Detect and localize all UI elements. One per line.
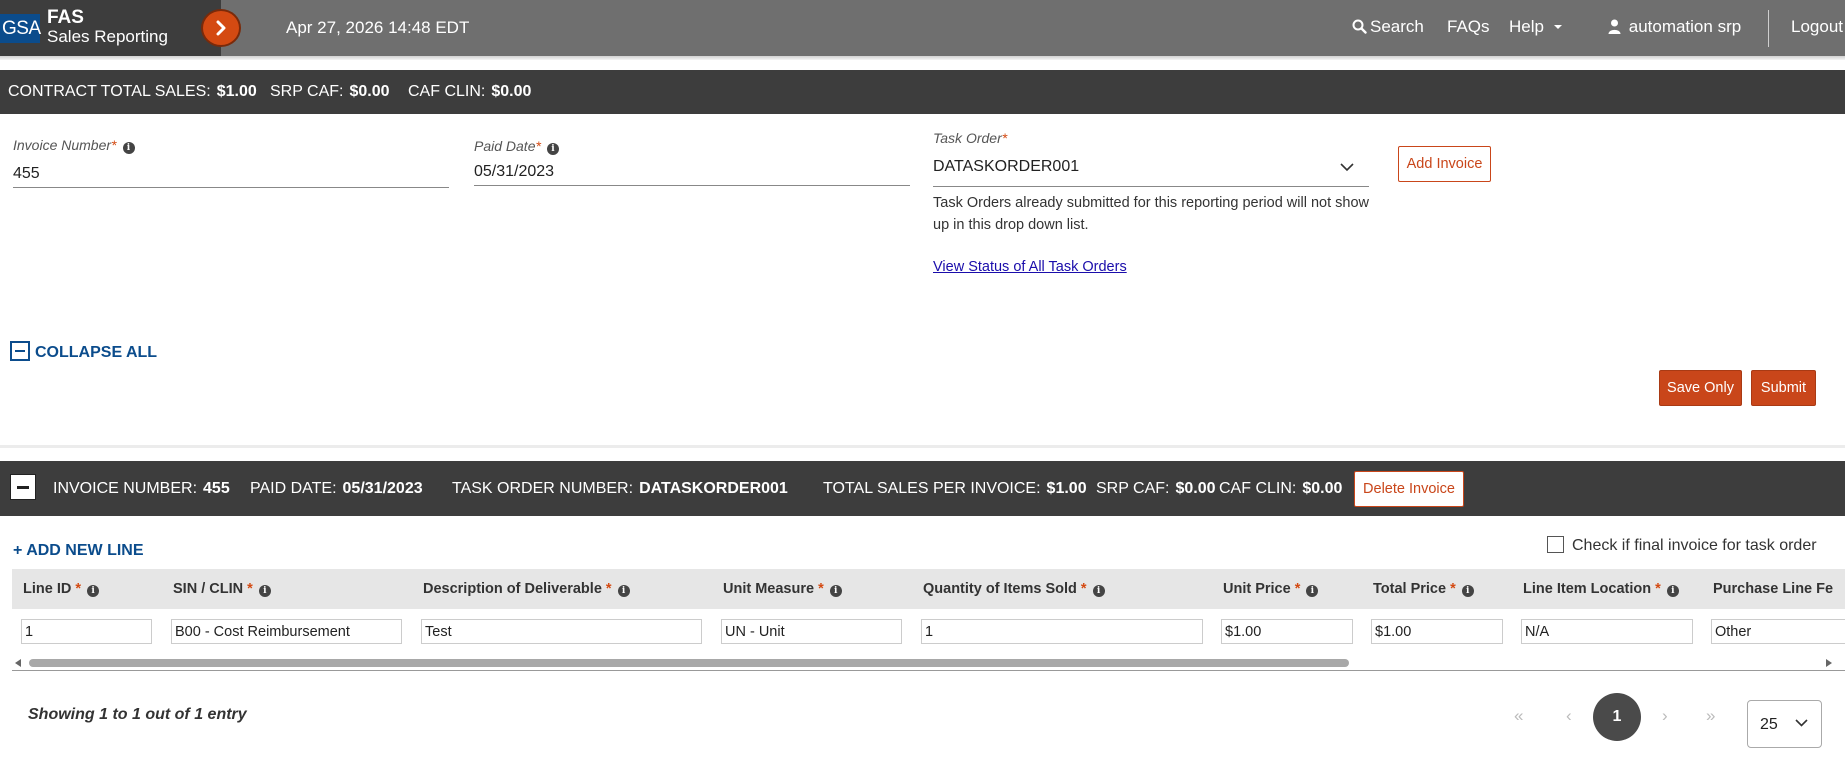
paid-date-input[interactable]	[474, 158, 910, 186]
column-header-unit-measure[interactable]: Unit Measure * i	[723, 581, 842, 597]
cell-purchase-line-fee[interactable]: Other	[1711, 619, 1845, 644]
column-header-total-price[interactable]: Total Price * i	[1373, 581, 1474, 597]
help-label: Help	[1509, 17, 1544, 36]
page-size-value: 25	[1760, 716, 1778, 733]
invoice-header-bar: INVOICE NUMBER: 455 PAID DATE: 05/31/2023 …	[0, 461, 1845, 516]
checkbox-icon	[1547, 536, 1564, 553]
app-title: FAS	[47, 7, 84, 28]
add-new-line-button[interactable]: + ADD NEW LINE	[13, 542, 144, 560]
info-icon[interactable]: i	[1461, 585, 1474, 597]
info-icon[interactable]: i	[122, 142, 135, 154]
prev-page-button[interactable]: ‹	[1566, 706, 1572, 726]
nav-divider	[1768, 10, 1769, 47]
collapse-all-label: COLLAPSE ALL	[35, 344, 158, 361]
cell-total-price[interactable]: $1.00	[1371, 619, 1503, 644]
brand[interactable]: GSA FAS Sales Reporting	[0, 0, 221, 56]
navbar-shadow	[0, 56, 1845, 60]
cell-sin-clin[interactable]: B00 - Cost Reimbursement	[171, 619, 402, 644]
task-order-help-text: Task Orders already submitted for this r…	[933, 195, 1369, 233]
section-divider	[0, 445, 1845, 448]
caf-clin-total: CAF CLIN: $0.00	[408, 83, 532, 100]
user-name: automation srp	[1628, 17, 1742, 36]
collapse-icon	[10, 341, 30, 361]
cell-quantity[interactable]: 1	[921, 619, 1203, 644]
final-invoice-label: Check if final invoice for task order	[1572, 537, 1817, 554]
column-header-line-id[interactable]: Line ID * i	[23, 581, 100, 597]
cell-line-id[interactable]: 1	[21, 619, 152, 644]
next-page-button[interactable]: ›	[1662, 706, 1668, 726]
entries-info: Showing 1 to 1 out of 1 entry	[28, 706, 247, 723]
column-header-sin-clin[interactable]: SIN / CLIN * i	[173, 581, 271, 597]
column-header-purchase-line-fee[interactable]: Purchase Line Fe	[1713, 581, 1833, 597]
invoice-number-summary: INVOICE NUMBER: 455	[53, 480, 230, 497]
info-icon[interactable]: i	[258, 585, 271, 597]
help-menu[interactable]: Help	[1509, 17, 1566, 37]
chevron-down-icon	[1795, 719, 1808, 727]
contract-totals-bar: CONTRACT TOTAL SALES: $1.00 SRP CAF: $0.00…	[0, 70, 1845, 114]
invoice-number-input[interactable]	[13, 160, 449, 188]
user-icon	[1608, 19, 1621, 34]
task-order-summary: TASK ORDER NUMBER: DATASKORDER001	[452, 480, 788, 497]
info-icon[interactable]: i	[1306, 585, 1319, 597]
current-datetime: Apr 27, 2026 14:48 EDT	[286, 18, 470, 37]
page-1-button[interactable]: 1	[1593, 693, 1641, 741]
scroll-right-arrow-icon[interactable]	[1826, 659, 1832, 667]
add-invoice-button[interactable]: Add Invoice	[1398, 146, 1491, 182]
app-subtitle: Sales Reporting	[47, 27, 168, 46]
top-navbar: GSA FAS Sales Reporting Apr 27, 2026 14:…	[0, 0, 1845, 56]
search-icon	[1352, 19, 1367, 34]
submit-button[interactable]: Submit	[1751, 370, 1816, 406]
srp-caf-total: SRP CAF: $0.00	[270, 83, 390, 100]
horizontal-scrollbar[interactable]	[12, 657, 1832, 669]
cell-line-item-location[interactable]: N/A	[1521, 619, 1693, 644]
faqs-link[interactable]: FAQs	[1447, 17, 1490, 37]
caf-clin-summary: CAF CLIN: $0.00	[1219, 480, 1343, 497]
cell-unit-price[interactable]: $1.00	[1221, 619, 1353, 644]
last-page-button[interactable]: »	[1706, 706, 1715, 726]
contract-total-sales: CONTRACT TOTAL SALES: $1.00	[8, 83, 257, 100]
delete-invoice-button[interactable]: Delete Invoice	[1354, 471, 1464, 507]
paid-date-summary: PAID DATE: 05/31/2023	[250, 480, 423, 497]
save-only-button[interactable]: Save Only	[1659, 370, 1742, 406]
column-header-quantity[interactable]: Quantity of Items Sold * i	[923, 581, 1105, 597]
page-size-select[interactable]: 25	[1747, 700, 1822, 748]
total-sales-summary: TOTAL SALES PER INVOICE: $1.00	[823, 480, 1087, 497]
scrollbar-thumb[interactable]	[29, 659, 1349, 667]
invoice-collapse-button[interactable]	[10, 474, 36, 500]
chevron-right-icon	[216, 20, 226, 36]
cell-description[interactable]: Test	[421, 619, 702, 644]
info-icon[interactable]: i	[546, 143, 559, 155]
invoice-number-label: Invoice Number* i	[13, 137, 135, 154]
info-icon[interactable]: i	[1666, 585, 1679, 597]
paid-date-label: Paid Date* i	[474, 138, 559, 155]
srp-caf-summary: SRP CAF: $0.00	[1096, 480, 1216, 497]
collapse-all-button[interactable]: COLLAPSE ALL	[10, 341, 157, 362]
user-menu[interactable]: automation srp	[1608, 17, 1741, 37]
info-icon[interactable]: i	[829, 585, 842, 597]
column-header-unit-price[interactable]: Unit Price * i	[1223, 581, 1319, 597]
column-header-description[interactable]: Description of Deliverable * i	[423, 581, 630, 597]
chevron-down-icon	[1340, 163, 1354, 172]
task-order-select[interactable]: DATASKORDER001	[933, 152, 1369, 187]
caret-down-icon	[1553, 25, 1562, 29]
search-link[interactable]: Search	[1352, 17, 1424, 37]
scroll-left-arrow-icon[interactable]	[15, 659, 21, 667]
line-items-table-header: Line ID * i SIN / CLIN * i Description of …	[12, 569, 1845, 609]
first-page-button[interactable]: «	[1514, 706, 1523, 726]
info-icon[interactable]: i	[617, 585, 630, 597]
final-invoice-checkbox[interactable]: Check if final invoice for task order	[1547, 536, 1817, 555]
search-label: Search	[1370, 17, 1424, 36]
logout-link[interactable]: Logout	[1791, 17, 1843, 37]
gsa-logo: GSA	[0, 14, 41, 43]
info-icon[interactable]: i	[87, 585, 100, 597]
task-order-label: Task Order*	[933, 130, 1008, 146]
sidebar-toggle-button[interactable]	[203, 11, 239, 45]
table-bottom-border	[12, 670, 1845, 671]
info-icon[interactable]: i	[1092, 585, 1105, 597]
cell-unit-measure[interactable]: UN - Unit	[721, 619, 902, 644]
view-status-link[interactable]: View Status of All Task Orders	[933, 259, 1127, 275]
column-header-line-item-location[interactable]: Line Item Location * i	[1523, 581, 1679, 597]
task-order-selected-value: DATASKORDER001	[933, 158, 1080, 175]
